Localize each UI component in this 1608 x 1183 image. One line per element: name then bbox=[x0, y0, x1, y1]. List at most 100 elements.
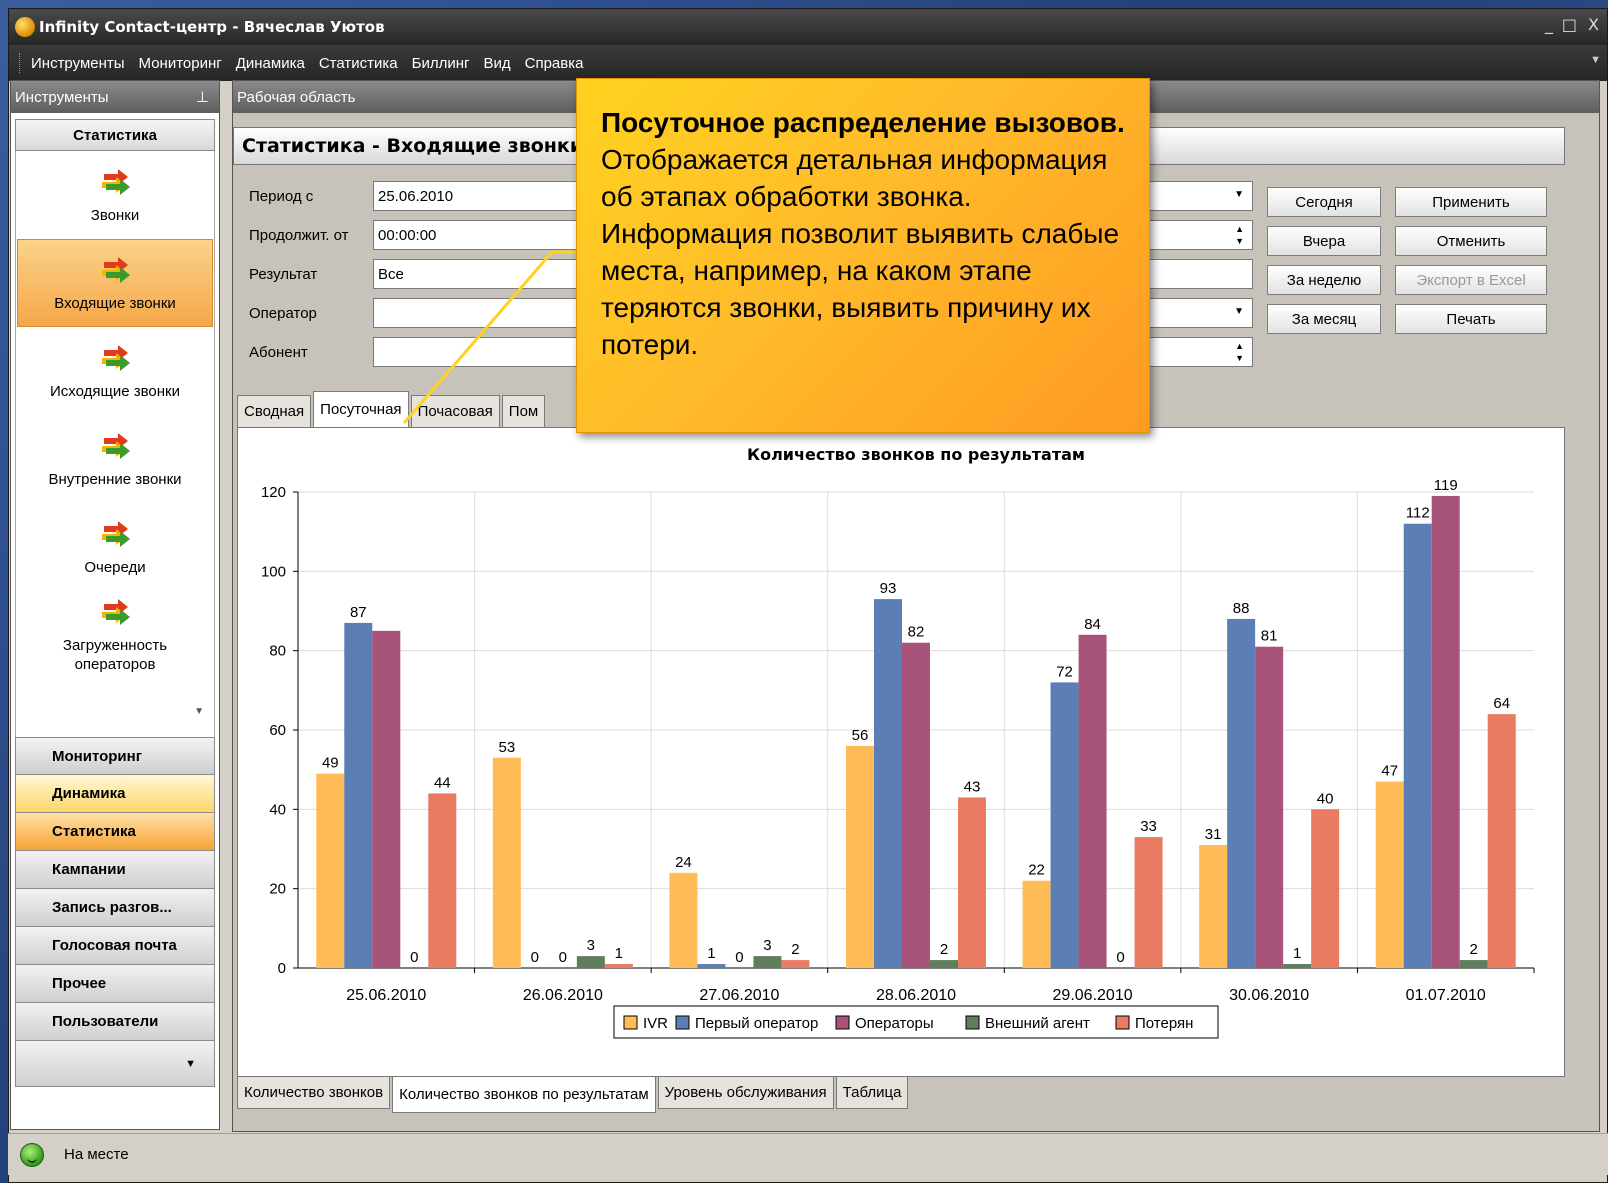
bar bbox=[1375, 781, 1404, 968]
tool-item-label: Внутренние звонки bbox=[48, 470, 182, 488]
tools-panel-header: Инструменты ⊥ bbox=[11, 81, 219, 113]
tool-item-operator-load[interactable]: Загруженность операторов bbox=[16, 591, 214, 679]
menu-view[interactable]: Вид bbox=[483, 55, 510, 72]
bar bbox=[1199, 845, 1228, 968]
tab-summary[interactable]: Сводная bbox=[237, 395, 312, 427]
menu-monitoring[interactable]: Мониторинг bbox=[139, 55, 222, 72]
tools-category-header[interactable]: Статистика bbox=[15, 119, 215, 151]
menu-help[interactable]: Справка bbox=[525, 55, 584, 72]
data-label: 72 bbox=[1056, 663, 1073, 680]
tool-item-queues[interactable]: Очереди bbox=[16, 503, 214, 591]
dropdown-arrow-icon[interactable]: ▼ bbox=[1234, 189, 1244, 200]
data-label: 49 bbox=[322, 755, 339, 772]
smiley-icon[interactable] bbox=[20, 1142, 44, 1167]
tab-call-count[interactable]: Количество звонков bbox=[237, 1077, 391, 1109]
legend-label: IVR bbox=[643, 1015, 668, 1032]
nav-users[interactable]: Пользователи bbox=[15, 1003, 215, 1041]
chart-title: Количество звонков по результатам bbox=[747, 445, 1085, 464]
week-button[interactable]: За неделю bbox=[1267, 265, 1381, 295]
data-label: 81 bbox=[1261, 628, 1278, 645]
menu-statistics[interactable]: Статистика bbox=[319, 55, 398, 72]
data-label: 0 bbox=[735, 949, 743, 966]
bar bbox=[669, 872, 698, 968]
cancel-button[interactable]: Отменить bbox=[1395, 226, 1547, 256]
menu-tools[interactable]: Инструменты bbox=[31, 55, 125, 72]
maximize-button[interactable]: □ bbox=[1562, 15, 1577, 34]
x-tick-label: 26.06.2010 bbox=[523, 987, 603, 1004]
tool-item-internal-calls[interactable]: Внутренние звонки bbox=[16, 415, 214, 503]
data-label: 64 bbox=[1493, 695, 1510, 712]
data-label: 0 bbox=[410, 949, 418, 966]
x-tick-label: 29.06.2010 bbox=[1053, 987, 1133, 1004]
tab-service-level[interactable]: Уровень обслуживания bbox=[657, 1077, 834, 1109]
legend-label: Внешний агент bbox=[985, 1015, 1090, 1032]
legend-swatch bbox=[675, 1015, 690, 1030]
bar-chart: Количество звонков по результатам0204060… bbox=[261, 445, 1535, 1039]
tab-hourly[interactable]: Почасовая bbox=[410, 395, 500, 427]
bar bbox=[1459, 960, 1488, 968]
data-label: 82 bbox=[908, 624, 925, 641]
period-label: Период с bbox=[249, 187, 314, 205]
close-button[interactable]: X bbox=[1588, 15, 1599, 34]
bar bbox=[1403, 523, 1432, 968]
menu-billing[interactable]: Биллинг bbox=[412, 55, 470, 72]
tool-item-label: Загруженность операторов bbox=[62, 637, 168, 673]
legend-label: Потерян bbox=[1135, 1015, 1193, 1032]
data-label: 119 bbox=[1434, 477, 1458, 494]
y-tick-label: 120 bbox=[261, 484, 286, 501]
print-button[interactable]: Печать bbox=[1395, 304, 1547, 334]
y-tick-label: 40 bbox=[269, 801, 286, 818]
bar bbox=[902, 642, 930, 968]
bar bbox=[316, 773, 345, 968]
spinner-icon[interactable]: ▲ ▼ bbox=[1235, 340, 1244, 364]
tool-item-calls[interactable]: Звонки bbox=[16, 151, 214, 239]
data-label: 22 bbox=[1028, 862, 1045, 879]
nav-overflow-button[interactable]: ▼ bbox=[15, 1041, 215, 1087]
period-date-value: 25.06.2010 bbox=[378, 187, 454, 205]
callout-tooltip: Посуточное распределение вызовов. Отобра… bbox=[576, 78, 1150, 433]
nav-dynamics[interactable]: Динамика bbox=[15, 775, 215, 813]
tab-daily[interactable]: Посуточная bbox=[313, 391, 409, 427]
data-label: 43 bbox=[964, 778, 981, 795]
scroll-down-icon[interactable]: ▼ bbox=[194, 706, 204, 717]
app-logo-icon bbox=[15, 17, 35, 37]
chevron-down-icon: ▼ bbox=[185, 1057, 196, 1070]
bar bbox=[958, 797, 986, 968]
nav-other[interactable]: Прочее bbox=[15, 965, 215, 1003]
arrows-icon bbox=[98, 254, 132, 288]
month-button[interactable]: За месяц bbox=[1267, 304, 1381, 334]
tool-item-outgoing-calls[interactable]: Исходящие звонки bbox=[16, 327, 214, 415]
menu-grip bbox=[19, 53, 22, 73]
arrows-icon bbox=[98, 430, 132, 464]
nav-statistics[interactable]: Статистика bbox=[15, 813, 215, 851]
nav-voicemail[interactable]: Голосовая почта bbox=[15, 927, 215, 965]
nav-call-recording[interactable]: Запись разгов... bbox=[15, 889, 215, 927]
tab-partial[interactable]: Пом bbox=[501, 395, 546, 427]
dropdown-arrow-icon[interactable]: ▼ bbox=[1234, 306, 1244, 317]
tab-call-count-by-result[interactable]: Количество звонков по результатам bbox=[392, 1077, 656, 1113]
data-label: 0 bbox=[1116, 949, 1124, 966]
menu-dynamics[interactable]: Динамика bbox=[236, 55, 305, 72]
data-label: 84 bbox=[1084, 616, 1101, 633]
pin-icon[interactable]: ⊥ bbox=[196, 88, 209, 106]
nav-campaigns[interactable]: Кампании bbox=[15, 851, 215, 889]
data-label: 1 bbox=[1293, 945, 1301, 962]
data-label: 2 bbox=[940, 941, 948, 958]
export-excel-button[interactable]: Экспорт в Excel bbox=[1395, 265, 1547, 295]
tool-item-label: Звонки bbox=[90, 206, 140, 224]
callout-title: Посуточное распределение вызовов. bbox=[601, 107, 1125, 138]
tool-item-incoming-calls[interactable]: Входящие звонки bbox=[17, 239, 213, 327]
spinner-icon[interactable]: ▲ ▼ bbox=[1235, 223, 1244, 247]
nav-monitoring[interactable]: Мониторинг bbox=[15, 737, 215, 775]
minimize-button[interactable]: _ bbox=[1545, 15, 1553, 34]
tool-list: Звонки Входящие звонки Исходящие звонки … bbox=[15, 151, 215, 737]
yesterday-button[interactable]: Вчера bbox=[1267, 226, 1381, 256]
data-label: 56 bbox=[852, 727, 869, 744]
tab-table[interactable]: Таблица bbox=[835, 1077, 909, 1109]
bar bbox=[372, 630, 401, 968]
chart-panel: Количество звонков по результатам 0 20 40 60… bbox=[237, 427, 1565, 1077]
data-label: 33 bbox=[1140, 818, 1157, 835]
menu-overflow-icon[interactable]: ▼ bbox=[1590, 54, 1601, 66]
today-button[interactable]: Сегодня bbox=[1267, 187, 1381, 217]
apply-button[interactable]: Применить bbox=[1395, 187, 1547, 217]
